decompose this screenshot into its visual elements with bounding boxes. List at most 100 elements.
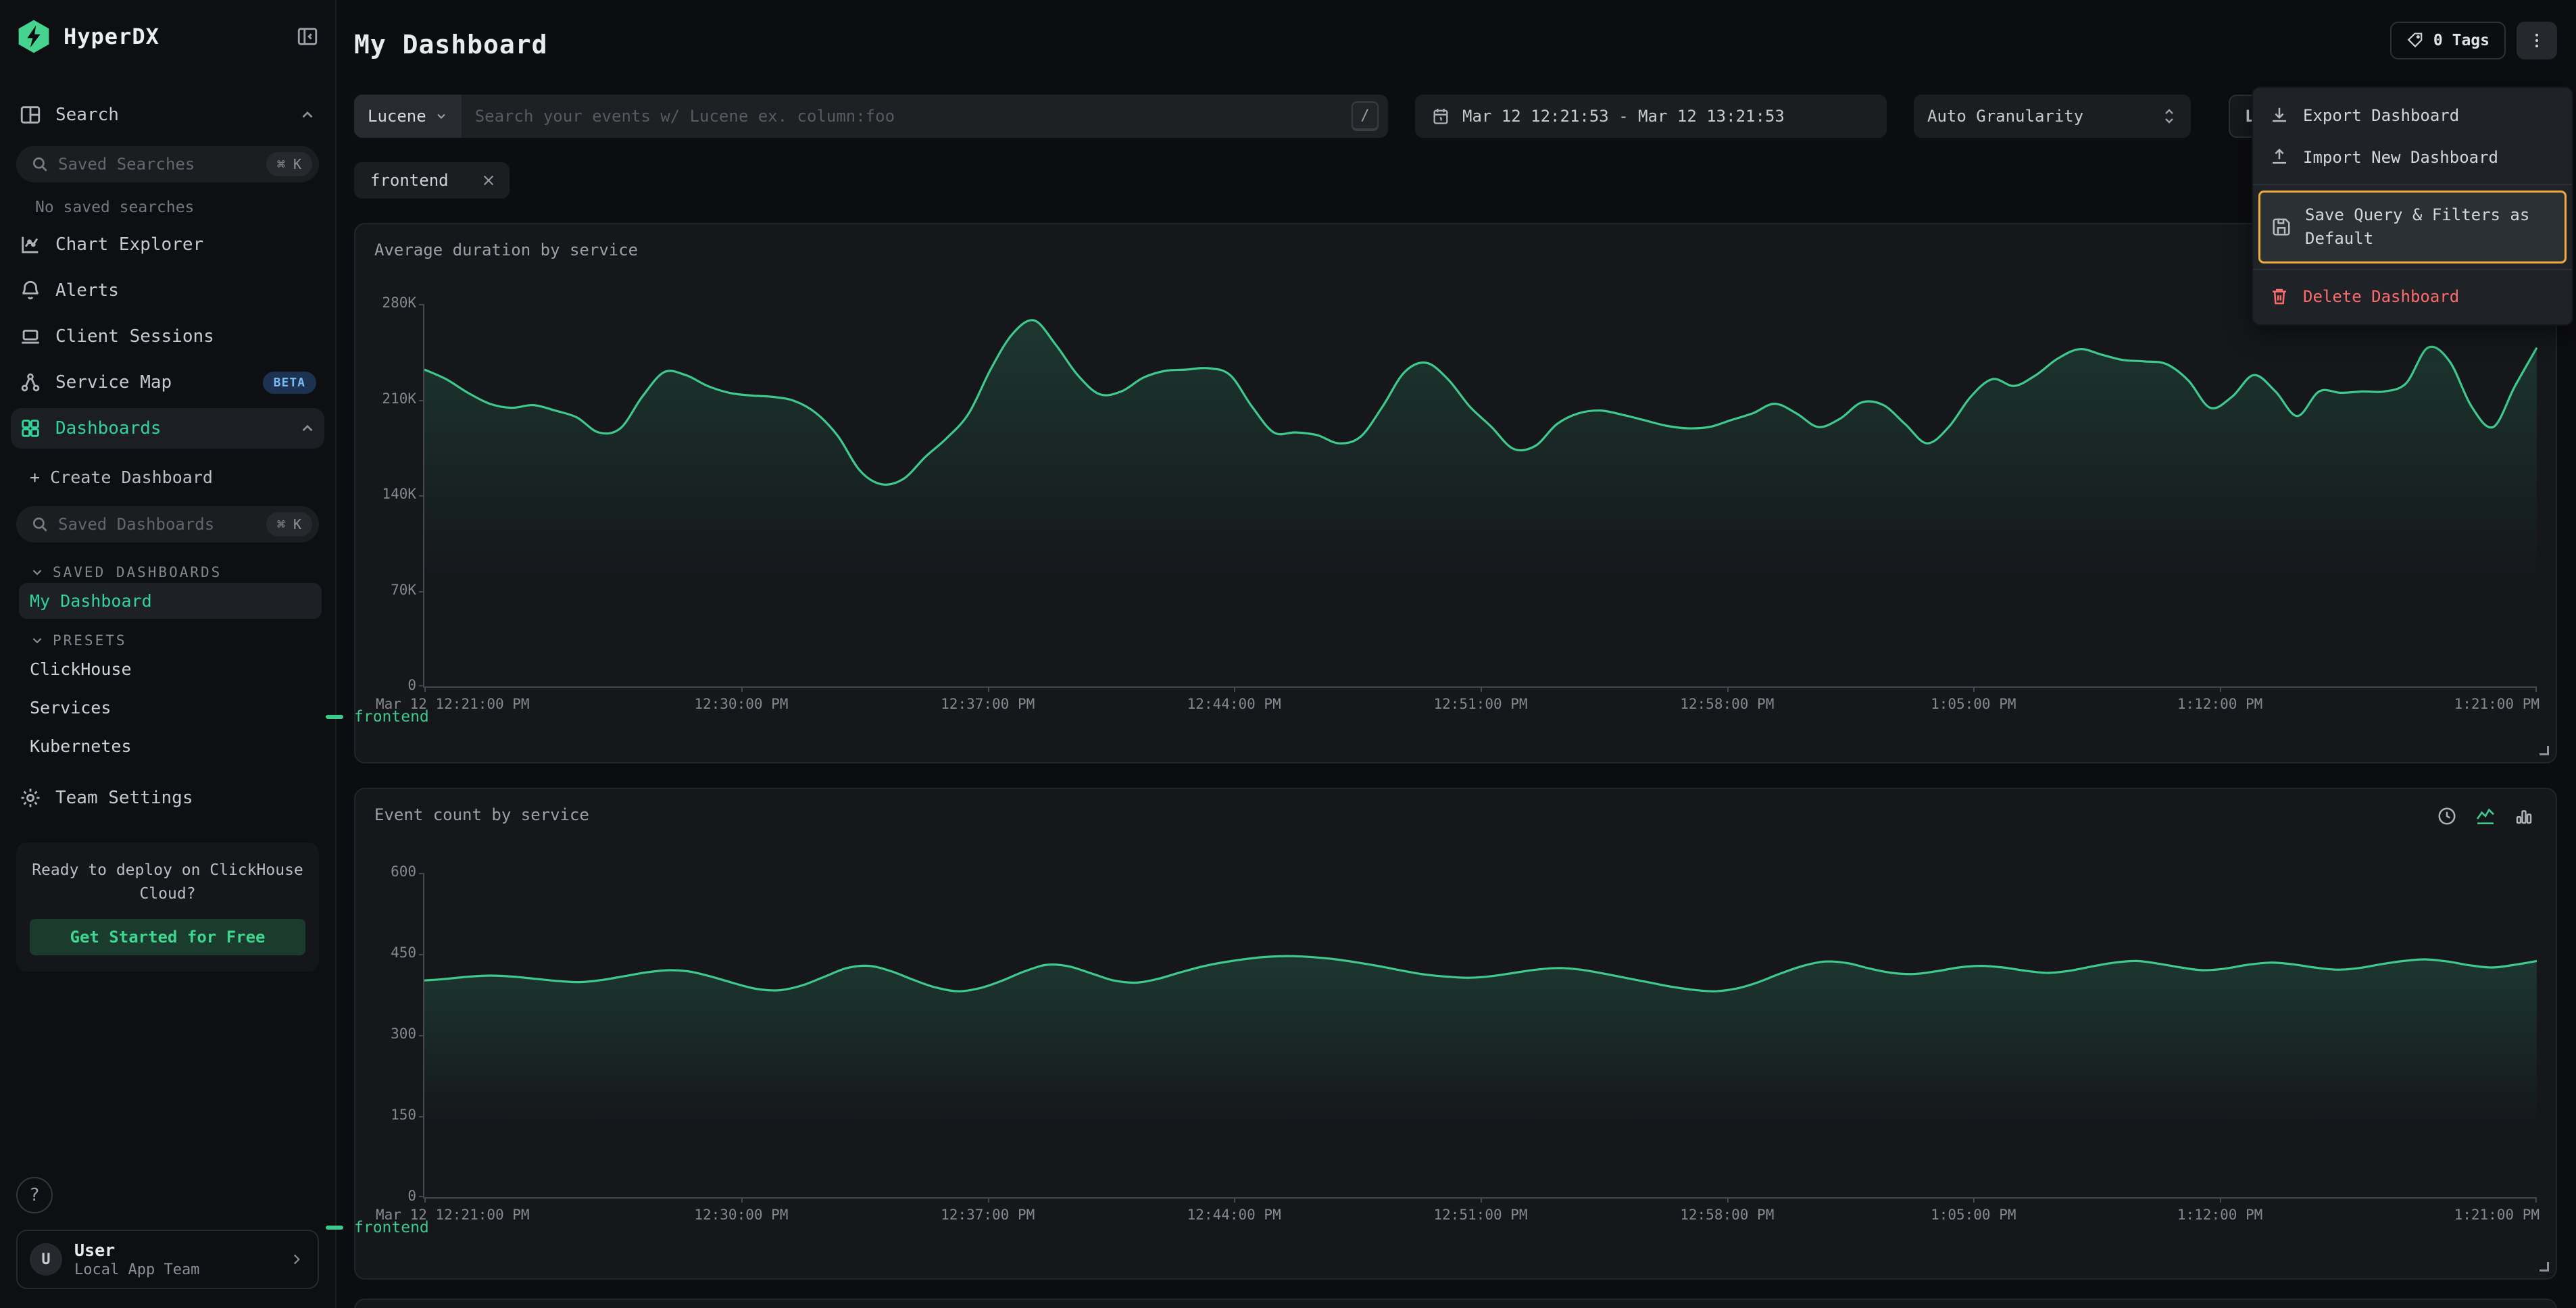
user-card[interactable]: U User Local App Team [16, 1230, 319, 1289]
create-dashboard-button[interactable]: + Create Dashboard [0, 449, 335, 487]
dashboard-context-menu: Export Dashboard Import New Dashboard Sa… [2252, 86, 2573, 326]
toolbar: Lucene / Mar 12 12:21:53 - Mar 12 13:21:… [354, 95, 2191, 138]
x-axis-tick-label: 12:30:00 PM [694, 1207, 788, 1223]
granularity-select[interactable]: Auto Granularity [1914, 95, 2191, 138]
sidebar-item-alerts[interactable]: Alerts [11, 270, 324, 311]
chevron-down-icon [30, 633, 45, 648]
x-axis-tick [1234, 686, 1235, 692]
tags-button[interactable]: 0 Tags [2390, 22, 2506, 59]
avatar: U [30, 1243, 62, 1276]
close-icon[interactable] [481, 173, 496, 188]
line-chart-view-icon[interactable] [2475, 805, 2496, 827]
x-axis-tick-label: 12:37:00 PM [941, 696, 1035, 712]
saved-dashboards-search[interactable]: ⌘ K [16, 506, 319, 543]
menu-item-label: Export Dashboard [2303, 106, 2459, 125]
event-search-input[interactable] [462, 95, 1352, 138]
sidebar-item-client-sessions[interactable]: Client Sessions [11, 316, 324, 357]
section-presets[interactable]: PRESETS [0, 619, 335, 649]
select-chevrons-icon [2161, 107, 2177, 126]
x-axis-tick-label: 1:12:00 PM [2177, 696, 2262, 712]
preset-item-clickhouse[interactable]: ClickHouse [19, 651, 322, 687]
preset-item-kubernetes[interactable]: Kubernetes [19, 728, 322, 764]
dashboard-menu-button[interactable] [2517, 22, 2557, 59]
x-axis-tick [741, 686, 743, 692]
filter-chip-frontend[interactable]: frontend [354, 162, 510, 199]
chevron-up-icon [299, 420, 316, 437]
section-saved-dashboards[interactable]: SAVED DASHBOARDS [0, 543, 335, 580]
sidebar-bottom: ? U User Local App Team [0, 1163, 335, 1308]
sidebar-item-chart-explorer[interactable]: Chart Explorer [11, 224, 324, 265]
sidebar-item-service-map[interactable]: Service Map BETA [11, 362, 324, 403]
hyperdx-app: HyperDX Search ⌘ K No saved searches [0, 0, 2576, 1308]
preset-item-services[interactable]: Services [19, 690, 322, 726]
menu-item-import-dashboard[interactable]: Import New Dashboard [2253, 136, 2572, 178]
time-range-icon[interactable] [2437, 806, 2457, 826]
dashboards-grid-icon [19, 417, 42, 440]
filter-chips: frontend [354, 162, 510, 199]
x-axis-tick-label: 12:37:00 PM [941, 1207, 1035, 1223]
search-icon [31, 155, 49, 173]
panel-average-duration: Average duration by service 280K210K140K… [354, 223, 2557, 763]
chart-svg [424, 304, 2537, 686]
sidebar-collapse-icon[interactable] [296, 25, 319, 48]
save-icon [2271, 217, 2292, 237]
no-saved-searches-note: No saved searches [0, 182, 335, 219]
date-range-picker[interactable]: Mar 12 12:21:53 - Mar 12 13:21:53 [1415, 95, 1887, 138]
menu-item-save-query-default[interactable]: Save Query & Filters as Default [2258, 191, 2567, 263]
x-axis-tick [2535, 686, 2537, 692]
y-axis-tick [419, 873, 424, 874]
download-icon [2269, 105, 2289, 126]
saved-dashboard-item[interactable]: My Dashboard [19, 583, 322, 619]
x-axis-tick [1481, 1197, 1482, 1203]
menu-item-export-dashboard[interactable]: Export Dashboard [2253, 95, 2572, 136]
section-label-text: SAVED DASHBOARDS [53, 564, 222, 580]
x-axis-tick-label: 1:12:00 PM [2177, 1207, 2262, 1223]
get-started-button[interactable]: Get Started for Free [30, 919, 305, 955]
x-axis-tick-label: Mar 12 12:21:00 PM [376, 696, 530, 712]
saved-searches-input[interactable] [58, 155, 257, 174]
x-axis-tick [1973, 1197, 1975, 1203]
saved-dashboards-input[interactable] [58, 515, 257, 534]
sidebar-item-team-settings[interactable]: Team Settings [11, 778, 324, 818]
menu-item-label: Delete Dashboard [2303, 287, 2459, 306]
x-axis-tick-label: 1:21:00 PM [2454, 1207, 2540, 1223]
chevron-down-icon [435, 109, 448, 123]
search-board-icon [19, 103, 42, 126]
search-icon [31, 515, 49, 533]
granularity-label: Auto Granularity [1927, 107, 2161, 126]
query-language-label: Lucene [368, 107, 426, 126]
main-content: My Dashboard 0 Tags Lucene [337, 0, 2576, 1308]
panel-toolbar [2437, 805, 2534, 827]
menu-item-delete-dashboard[interactable]: Delete Dashboard [2253, 276, 2572, 318]
sidebar-item-dashboards[interactable]: Dashboards [11, 408, 324, 449]
service-map-icon [19, 371, 42, 394]
sidebar-item-label: Search [55, 105, 285, 125]
legend-swatch [326, 1226, 343, 1230]
panel-resize-handle[interactable] [2540, 746, 2549, 755]
query-language-select[interactable]: Lucene [354, 95, 462, 138]
bar-chart-view-icon[interactable] [2514, 806, 2534, 826]
panel-resize-handle[interactable] [2540, 1262, 2549, 1272]
calendar-icon [1431, 107, 1450, 126]
x-axis-tick [2220, 686, 2221, 692]
upload-icon [2269, 147, 2289, 168]
y-axis-tick [419, 1196, 424, 1197]
slash-shortcut-key: / [1352, 101, 1379, 131]
panel-title: Average duration by service [374, 241, 2537, 259]
user-team: Local App Team [74, 1261, 276, 1278]
x-axis-tick [988, 1197, 989, 1203]
saved-searches-search[interactable]: ⌘ K [16, 146, 319, 182]
x-axis-tick [1727, 686, 1729, 692]
x-axis-tick-label: 12:51:00 PM [1433, 696, 1527, 712]
sidebar-item-label: Team Settings [55, 788, 316, 808]
header-actions: 0 Tags [2390, 22, 2557, 59]
menu-separator [2253, 184, 2572, 185]
x-axis-tick-label: 12:58:00 PM [1680, 1207, 1774, 1223]
x-axis-tick-label: 12:58:00 PM [1680, 696, 1774, 712]
help-button[interactable]: ? [16, 1177, 53, 1213]
y-axis-tick-label: 70K [360, 582, 416, 598]
line-chart-event-count[interactable]: 6004503001500Mar 12 12:21:00 PM12:30:00 … [423, 873, 2537, 1199]
sidebar-item-label: Client Sessions [55, 326, 316, 347]
sidebar-item-search[interactable]: Search [11, 95, 324, 135]
line-chart-average-duration[interactable]: 280K210K140K70K0Mar 12 12:21:00 PM12:30:… [423, 304, 2537, 688]
